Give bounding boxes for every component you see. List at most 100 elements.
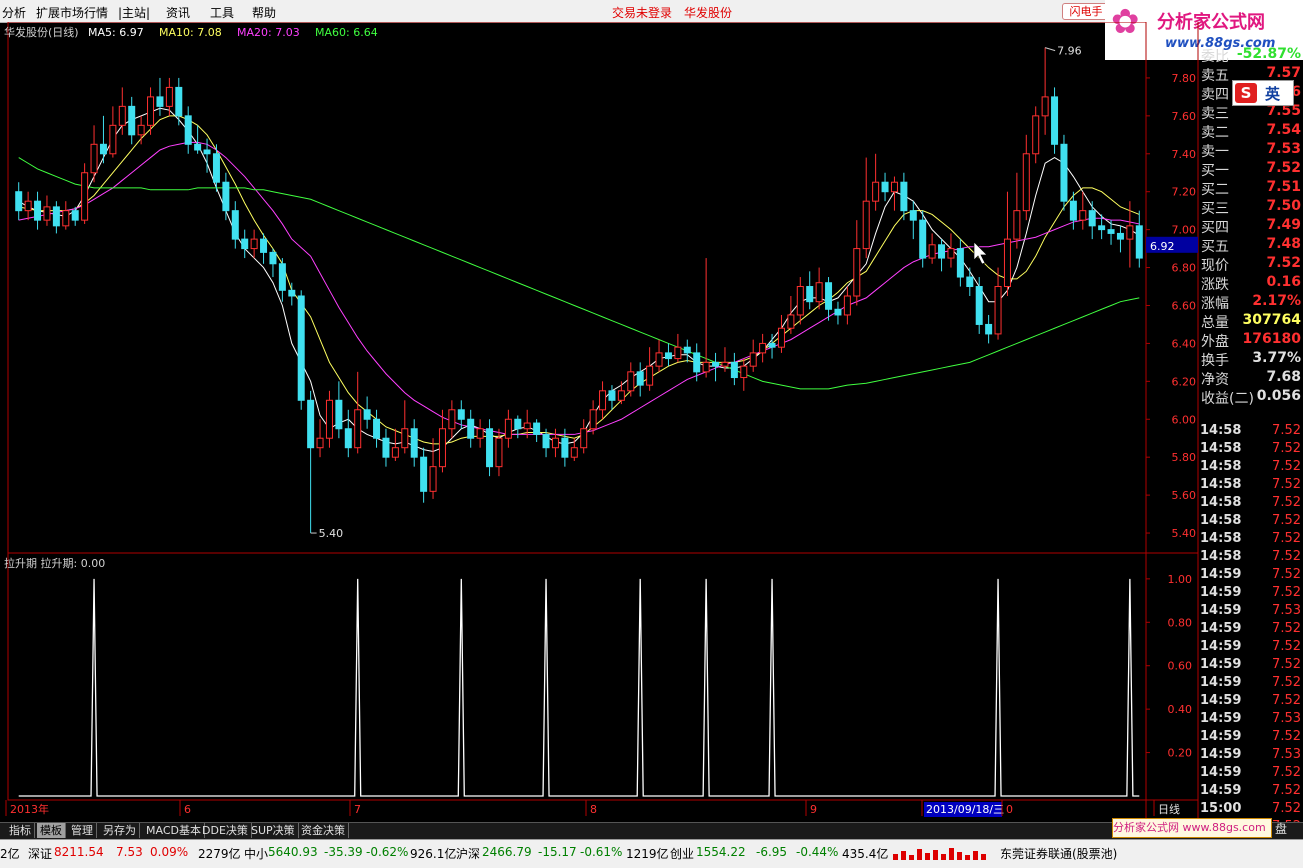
tick-row: 14:59 7.53 [1200, 747, 1303, 765]
candle-body [203, 149, 211, 155]
mouse-cursor-icon [973, 241, 988, 265]
candle-body [1060, 143, 1068, 202]
quote-row-value: 3.77% [1252, 350, 1301, 366]
candle-body [919, 219, 927, 259]
status-sz-amount: 2279亿 [198, 847, 241, 861]
tab-indicator[interactable]: 指标 [6, 823, 35, 838]
tick-price: 7.52 [1272, 531, 1301, 546]
candle-body [52, 206, 60, 227]
candle-body [608, 390, 616, 401]
candle-body [382, 437, 390, 458]
menu-extended-market[interactable]: 扩展市场行情 [36, 4, 108, 21]
candle-body [674, 346, 682, 360]
flash-trade-button[interactable]: 闪电手 [1062, 3, 1110, 20]
candle-body [1032, 115, 1040, 155]
tick-price: 7.52 [1272, 495, 1301, 510]
tick-time: 14:59 [1200, 693, 1242, 708]
candle-body [410, 428, 418, 458]
candle-body [806, 286, 814, 303]
candle-body [702, 361, 710, 373]
candle-body [872, 181, 880, 202]
candle-body [297, 295, 305, 401]
candle-body [476, 428, 484, 439]
candle-body [533, 422, 541, 435]
candle-body [448, 409, 456, 430]
tick-row: 14:58 7.52 [1200, 549, 1303, 567]
price-tick-label: 6.80 [1172, 262, 1197, 275]
menu-help[interactable]: 帮助 [252, 4, 276, 21]
tab-fund[interactable]: 资金决策 [298, 823, 349, 838]
ime-lang[interactable]: 英 [1265, 83, 1280, 104]
tab-macd[interactable]: MACD基本 [143, 823, 205, 838]
price-tick-label: 7.40 [1172, 148, 1197, 161]
kline-chart[interactable]: 7.80 7.60 7.40 7.20 7.00 6.80 6.60 6.40 6.20 6.00… [0, 22, 1303, 822]
quote-row-label: 换手 [1201, 353, 1229, 369]
ad-banner[interactable]: 分析家公式网 www.88gs.com [1112, 818, 1272, 838]
tick-price: 7.52 [1272, 549, 1301, 564]
tick-price: 7.52 [1272, 639, 1301, 654]
menu-news[interactable]: 资讯 [166, 4, 190, 21]
status-sz-pct: 0.09% [150, 845, 189, 859]
sogou-icon: S [1235, 83, 1257, 103]
tick-price: 7.52 [1272, 585, 1301, 600]
candle-body [429, 466, 437, 492]
candle-body [1041, 96, 1049, 117]
status-hs-label[interactable]: 沪深 [456, 845, 480, 862]
tab-sup[interactable]: SUP决策 [248, 823, 299, 838]
tab-dde[interactable]: DDE决策 [199, 823, 252, 838]
status-sz-label[interactable]: 深证 [28, 845, 52, 862]
candle-body [900, 181, 908, 212]
candle-body [165, 86, 173, 107]
quote-row-label: 卖四 [1201, 87, 1229, 103]
candle-body [1003, 238, 1011, 288]
tab-template[interactable]: 模板 [37, 823, 66, 838]
ma-legend-ma60: MA60: 6.64 [315, 26, 378, 39]
quote-row-value: 7.54 [1266, 122, 1301, 138]
candle-body [561, 437, 569, 458]
candle-body [646, 365, 654, 386]
menu-analysis[interactable]: 分析 [2, 4, 26, 21]
quote-row: 委比 -52.87% [1200, 46, 1303, 65]
candle-body [99, 143, 107, 155]
tick-price: 7.52 [1272, 423, 1301, 438]
tick-price: 7.52 [1272, 567, 1301, 582]
candle-body [118, 105, 126, 126]
tab-manage[interactable]: 管理 [68, 823, 97, 838]
candle-body [325, 399, 333, 439]
status-zx-label[interactable]: 中小 [244, 845, 268, 862]
candle-body [222, 181, 230, 212]
candle-body [589, 409, 597, 430]
trade-login-notice[interactable]: 交易未登录 [612, 4, 672, 21]
menu-tools[interactable]: 工具 [210, 4, 234, 21]
candle-body [34, 200, 42, 221]
candle-body [768, 342, 776, 348]
candle-body [1126, 225, 1134, 240]
signal-bars-icon [893, 848, 986, 860]
status-cy-label[interactable]: 创业 [670, 845, 694, 862]
tick-price: 7.52 [1272, 765, 1301, 780]
tick-time: 14:59 [1200, 657, 1242, 672]
tick-time: 14:59 [1200, 639, 1242, 654]
tick-time: 14:58 [1200, 513, 1242, 528]
tick-time: 14:58 [1200, 477, 1242, 492]
candle-body [683, 346, 691, 354]
quote-row: 买二 7.51 [1200, 179, 1303, 198]
candle-body [881, 181, 889, 193]
status-zx-amount: 926.1亿 [410, 847, 457, 861]
quote-row-value: 7.51 [1266, 179, 1301, 195]
ime-toolbar[interactable]: S 英 [1232, 80, 1294, 106]
date-cursor-label: 2013/09/18/三 [926, 803, 1004, 816]
tab-save-as[interactable]: 另存为 [100, 823, 140, 838]
quote-row: 总量 307764 [1200, 312, 1303, 331]
tick-price: 7.53 [1272, 711, 1301, 726]
status-amount-prev: 2亿 [0, 847, 20, 861]
menu-main-station[interactable]: |主站| [118, 4, 150, 21]
tick-price: 7.52 [1272, 693, 1301, 708]
status-broker[interactable]: 东莞证券联通(股票池) [1000, 845, 1117, 862]
candle-body [391, 447, 399, 458]
quote-row: 买四 7.49 [1200, 217, 1303, 236]
quote-row: 现价 7.52 [1200, 255, 1303, 274]
candle-body [212, 153, 220, 183]
candle-body [1098, 225, 1106, 231]
status-hs-index: 2466.79 [482, 845, 532, 859]
